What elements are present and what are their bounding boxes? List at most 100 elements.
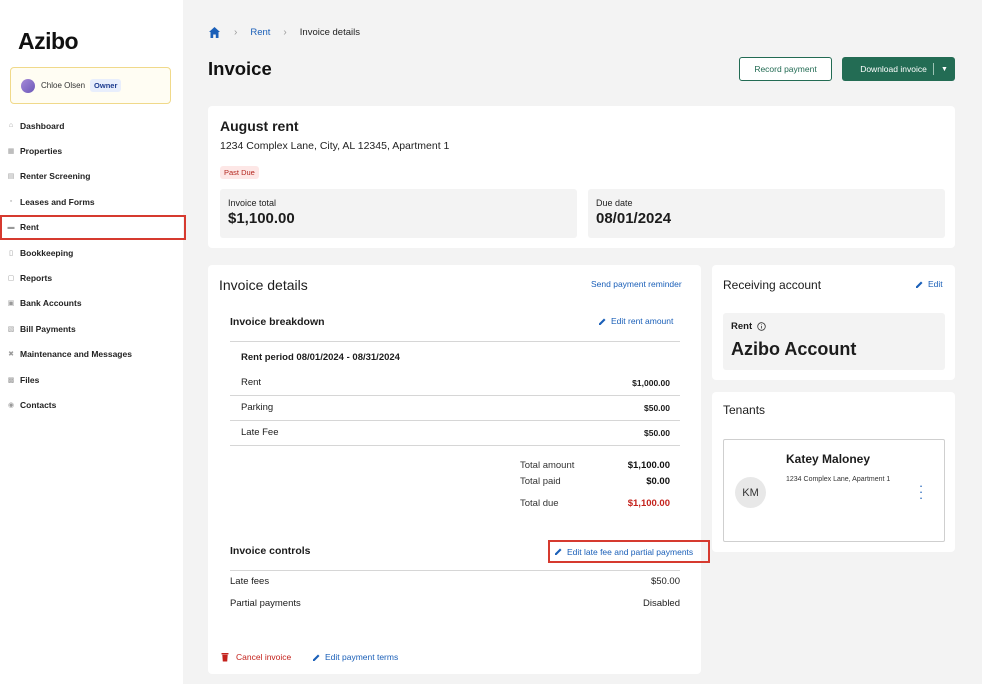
- sidebar-item-bank-accounts[interactable]: ▣ Bank Accounts: [0, 291, 183, 316]
- home-icon[interactable]: [208, 26, 221, 39]
- tenant-name: Katey Maloney: [786, 452, 871, 466]
- breadcrumb-rent-link[interactable]: Rent: [250, 27, 270, 38]
- record-payment-button[interactable]: Record payment: [739, 57, 832, 81]
- sidebar-item-label: Bank Accounts: [20, 298, 82, 309]
- edit-rent-amount-link[interactable]: Edit rent amount: [598, 316, 673, 326]
- sidebar-item-contacts[interactable]: ◉ Contacts: [0, 392, 183, 417]
- partial-payments-label: Partial payments: [230, 598, 301, 609]
- sidebar-item-label: Reports: [20, 273, 53, 284]
- due-date-label: Due date: [596, 198, 633, 208]
- divider: [230, 570, 680, 571]
- divider: [230, 341, 680, 342]
- home-icon: ⌂: [8, 122, 14, 130]
- tenants-card: Tenants KM Katey Maloney 1234 Complex La…: [712, 392, 955, 552]
- pencil-icon: [915, 280, 924, 289]
- total-due-label: Total due: [520, 497, 559, 509]
- total-due-row: Total due $1,100.00: [520, 495, 670, 511]
- line-item-parking: Parking $50.00: [230, 395, 680, 420]
- more-options-icon[interactable]: · · ·: [918, 479, 924, 504]
- partial-payments-row: Partial payments Disabled: [230, 598, 680, 609]
- invoice-breakdown-title: Invoice breakdown: [230, 316, 325, 328]
- sidebar-item-maintenance-and-messages[interactable]: ✖ Maintenance and Messages: [0, 342, 183, 367]
- total-due-value: $1,100.00: [627, 497, 670, 509]
- edit-late-fee-label: Edit late fee and partial payments: [567, 546, 694, 557]
- edit-payment-terms-label: Edit payment terms: [325, 652, 399, 662]
- pencil-icon: [312, 653, 321, 662]
- receiving-account-box: Rent Azibo Account: [723, 313, 945, 370]
- invoice-total-value: $1,100.00: [228, 210, 295, 227]
- late-fees-value: $50.00: [650, 576, 680, 587]
- sidebar-item-reports[interactable]: ▢ Reports: [0, 265, 183, 290]
- edit-receiving-account-label: Edit: [928, 279, 943, 289]
- sidebar-item-label: Leases and Forms: [20, 196, 95, 207]
- receiving-account-label: Rent: [731, 321, 766, 332]
- tools-icon: ✖: [8, 351, 14, 359]
- breadcrumb: › Rent › Invoice details: [208, 26, 360, 39]
- receiving-account-title: Receiving account: [723, 278, 822, 292]
- edit-payment-terms-link[interactable]: Edit payment terms: [312, 652, 398, 662]
- invoice-title: August rent: [220, 118, 299, 134]
- rent-icon: ▬: [7, 223, 15, 231]
- receiving-account-card: Receiving account Edit Rent Azibo Accoun…: [712, 265, 955, 380]
- sidebar-item-label: Dashboard: [20, 120, 65, 131]
- invoice-total-box: Invoice total $1,100.00: [220, 189, 577, 238]
- sidebar-item-dashboard[interactable]: ⌂ Dashboard: [0, 113, 183, 138]
- sidebar-item-label: Files: [20, 374, 40, 385]
- line-item-rent: Rent $1,000.00: [230, 370, 680, 395]
- trash-icon: [220, 652, 230, 662]
- page-title: Invoice: [208, 58, 272, 79]
- bank-icon: ▣: [7, 300, 15, 308]
- line-item-label: Rent: [241, 377, 262, 388]
- sidebar-item-properties[interactable]: ▦ Properties: [0, 138, 183, 163]
- chevron-right-icon: ›: [283, 27, 287, 38]
- sidebar-item-bookkeeping[interactable]: ▯ Bookkeeping: [0, 240, 183, 265]
- pencil-icon: [598, 317, 607, 326]
- sidebar-item-renter-screening[interactable]: ▤ Renter Screening: [0, 164, 183, 189]
- invoice-details-card: Invoice details Send payment reminder In…: [208, 265, 710, 674]
- main-content: › Rent › Invoice details Invoice Record …: [183, 0, 982, 684]
- total-amount-label: Total amount: [520, 459, 575, 471]
- download-invoice-label: Download invoice: [860, 64, 927, 74]
- cancel-invoice-button[interactable]: Cancel invoice: [220, 652, 291, 662]
- line-item-late-fee: Late Fee $50.00: [230, 420, 680, 445]
- tenant-avatar: KM: [735, 477, 766, 508]
- bill-icon: ▧: [7, 325, 15, 333]
- divider: [230, 445, 680, 446]
- line-item-amount: $50.00: [644, 427, 670, 438]
- line-item-amount: $1,000.00: [632, 377, 670, 388]
- invoice-totals: Total amount $1,100.00 Total paid $0.00 …: [520, 457, 670, 511]
- send-payment-reminder-link[interactable]: Send payment reminder: [591, 279, 682, 289]
- sidebar-item-bill-payments[interactable]: ▧ Bill Payments: [0, 316, 183, 341]
- edit-receiving-account-link[interactable]: Edit: [915, 279, 943, 289]
- document-icon: ▫: [9, 198, 13, 206]
- due-date-box: Due date 08/01/2024: [588, 189, 945, 238]
- breadcrumb-current: Invoice details: [299, 27, 360, 38]
- azibo-logo[interactable]: Azibo: [18, 28, 79, 55]
- user-switcher[interactable]: Chloe Olsen Owner: [10, 67, 171, 104]
- due-date-value: 08/01/2024: [596, 210, 672, 227]
- chevron-right-icon: ›: [234, 27, 238, 38]
- invoice-summary-card: August rent 1234 Complex Lane, City, AL …: [208, 106, 955, 248]
- sidebar-item-label: Bookkeeping: [20, 247, 74, 258]
- edit-late-fee-link[interactable]: Edit late fee and partial payments: [548, 540, 710, 563]
- edit-rent-amount-label: Edit rent amount: [611, 316, 674, 326]
- role-badge: Owner: [90, 79, 122, 92]
- download-invoice-button[interactable]: Download invoice ▼: [842, 57, 955, 81]
- line-item-label: Late Fee: [241, 427, 279, 438]
- total-paid-value: $0.00: [646, 475, 670, 487]
- invoice-controls-title: Invoice controls: [230, 545, 311, 557]
- total-paid-row: Total paid $0.00: [520, 473, 670, 489]
- caret-down-icon[interactable]: ▼: [934, 66, 955, 73]
- sidebar-item-rent[interactable]: ▬ Rent: [0, 214, 186, 240]
- sidebar-item-leases-and-forms[interactable]: ▫ Leases and Forms: [0, 189, 183, 214]
- tenant-card[interactable]: KM Katey Maloney 1234 Complex Lane, Apar…: [723, 439, 945, 542]
- partial-payments-value: Disabled: [643, 598, 680, 609]
- info-icon[interactable]: [757, 322, 766, 331]
- sidebar-item-files[interactable]: ▩ Files: [0, 367, 183, 392]
- tenant-address: 1234 Complex Lane, Apartment 1: [786, 476, 891, 483]
- building-icon: ▦: [7, 148, 15, 156]
- cancel-invoice-label: Cancel invoice: [236, 652, 292, 662]
- tenants-title: Tenants: [723, 403, 766, 417]
- invoice-details-title: Invoice details: [219, 277, 308, 293]
- sidebar: Azibo Chloe Olsen Owner ⌂ Dashboard ▦ Prop…: [0, 0, 186, 684]
